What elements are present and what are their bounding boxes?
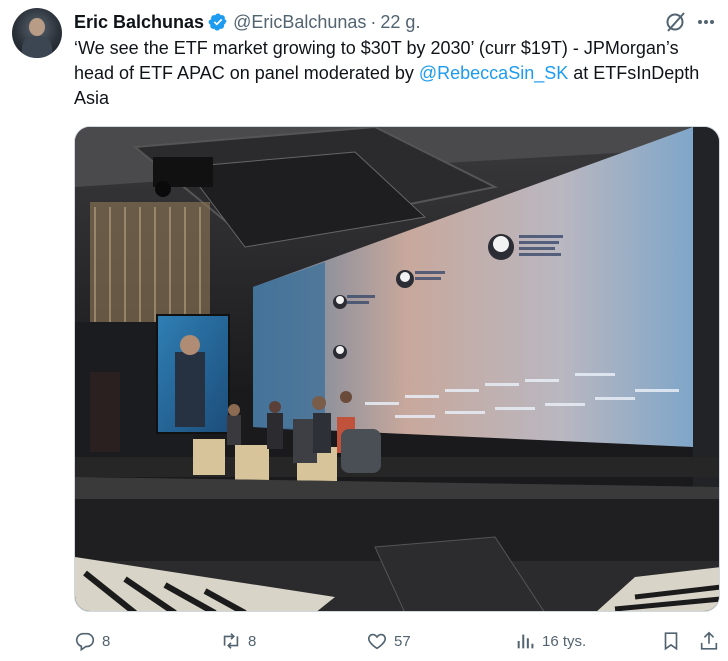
views-count: 16 tys. bbox=[542, 632, 587, 650]
author-handle[interactable]: @EricBalchunas bbox=[233, 12, 366, 33]
share-icon bbox=[700, 631, 718, 650]
like-count: 57 bbox=[394, 632, 411, 650]
avatar-body bbox=[22, 36, 52, 58]
verified-badge-icon bbox=[208, 13, 227, 31]
mention-link[interactable]: @RebeccaSin_SK bbox=[419, 63, 568, 83]
views-icon bbox=[517, 634, 534, 649]
tweet-header: Eric Balchunas @EricBalchunas · 22 g. bbox=[74, 10, 728, 34]
tweet-text: ‘We see the ETF market growing to $30T b… bbox=[74, 36, 720, 111]
author-avatar[interactable] bbox=[12, 8, 62, 58]
bookmark-icon bbox=[664, 632, 678, 651]
tweet-actions: 8 8 57 16 tys. bbox=[74, 624, 722, 658]
reply-icon bbox=[75, 632, 95, 652]
repost-button[interactable]: 8 bbox=[220, 624, 256, 658]
author-name[interactable]: Eric Balchunas bbox=[74, 12, 204, 33]
avatar-head bbox=[29, 18, 45, 36]
grok-icon[interactable] bbox=[664, 10, 688, 34]
header-separator: · bbox=[370, 11, 377, 32]
bookmark-button[interactable] bbox=[660, 624, 682, 658]
like-icon bbox=[367, 633, 387, 650]
tweet-photo[interactable] bbox=[74, 126, 720, 612]
repost-icon bbox=[223, 633, 239, 649]
views-button[interactable]: 16 tys. bbox=[514, 624, 586, 658]
reply-button[interactable]: 8 bbox=[74, 624, 110, 658]
like-button[interactable]: 57 bbox=[366, 624, 411, 658]
reply-count: 8 bbox=[102, 632, 111, 650]
conference-photo bbox=[75, 127, 719, 611]
share-button[interactable] bbox=[698, 624, 720, 658]
more-icon[interactable] bbox=[692, 8, 720, 36]
tweet-time[interactable]: 22 g. bbox=[380, 12, 420, 33]
repost-count: 8 bbox=[248, 632, 257, 650]
